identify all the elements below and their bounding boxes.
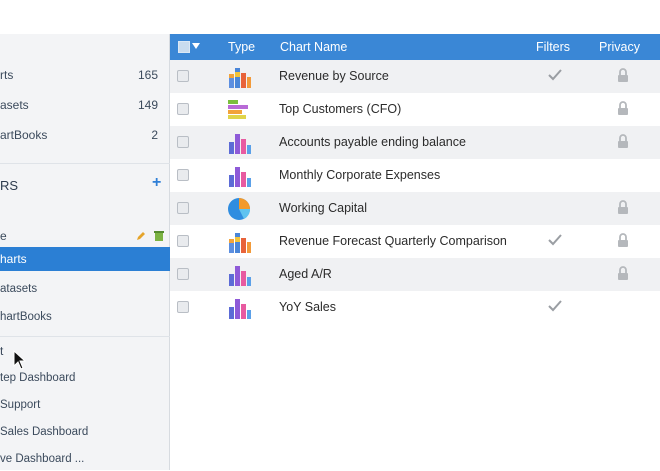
- chart-name-link[interactable]: YoY Sales: [279, 300, 336, 314]
- count-badge: 165: [137, 68, 158, 82]
- table-row[interactable]: Revenue by Source: [170, 60, 660, 93]
- table-row[interactable]: Accounts payable ending balance: [170, 126, 660, 159]
- chart-name-link[interactable]: Revenue by Source: [279, 69, 389, 83]
- sidebar-item-label: rts: [0, 68, 14, 82]
- lock-icon: [617, 134, 629, 149]
- checkmark-icon: [547, 298, 563, 314]
- mouse-cursor-icon: [13, 350, 27, 370]
- column-chart-icon: [226, 229, 252, 255]
- top-bar: [0, 0, 660, 34]
- table-row[interactable]: Monthly Corporate Expenses: [170, 159, 660, 192]
- table-row[interactable]: Aged A/R: [170, 258, 660, 291]
- table-row[interactable]: Working Capital: [170, 192, 660, 225]
- sidebar-item-label: e: [0, 229, 7, 243]
- row-checkbox[interactable]: [177, 235, 189, 247]
- chart-name-link[interactable]: Accounts payable ending balance: [279, 135, 466, 149]
- section-heading: RS: [0, 178, 19, 193]
- sidebar-item-label: t: [0, 344, 4, 358]
- column-chart-icon: [226, 262, 252, 288]
- sidebar-item-chartbooks-count[interactable]: artBooks 2: [0, 123, 170, 147]
- lock-icon: [617, 68, 629, 83]
- sidebar-item-dashboard[interactable]: ve Dashboard ...: [0, 447, 170, 471]
- table-row[interactable]: YoY Sales: [170, 291, 660, 324]
- checkmark-icon: [547, 67, 563, 83]
- column-chart-icon: [226, 295, 252, 321]
- table-row[interactable]: Revenue Forecast Quarterly Comparison: [170, 225, 660, 258]
- lock-icon: [617, 266, 629, 281]
- count-badge: 2: [151, 128, 158, 142]
- row-checkbox[interactable]: [177, 70, 189, 82]
- lock-icon: [617, 101, 629, 116]
- table-row[interactable]: Top Customers (CFO): [170, 93, 660, 126]
- row-checkbox[interactable]: [177, 136, 189, 148]
- chevron-down-icon[interactable]: [192, 43, 200, 49]
- column-chart-icon: [226, 130, 252, 156]
- row-checkbox[interactable]: [177, 202, 189, 214]
- sidebar-item-label: artBooks: [0, 128, 48, 142]
- count-badge: 149: [137, 98, 158, 112]
- column-chart-icon: [226, 163, 252, 189]
- column-chart-icon: [226, 64, 252, 90]
- sidebar-item-charts-selected[interactable]: harts: [0, 247, 170, 271]
- sidebar: rts 165 asets 149 artBooks 2 RS + e hart…: [0, 34, 170, 470]
- sidebar-item-dashboard[interactable]: Support: [0, 393, 170, 417]
- column-header-privacy[interactable]: Privacy: [599, 40, 640, 54]
- sidebar-item-label: asets: [0, 98, 29, 112]
- sidebar-item-label: atasets: [0, 283, 38, 295]
- sidebar-item-chartbooks[interactable]: hartBooks: [0, 305, 170, 329]
- sidebar-item-label: Sales Dashboard: [0, 426, 89, 438]
- sidebar-item-datasets[interactable]: atasets: [0, 277, 170, 301]
- sidebar-item-label: Support: [0, 399, 41, 411]
- chart-name-link[interactable]: Monthly Corporate Expenses: [279, 168, 440, 182]
- chart-name-link[interactable]: Working Capital: [279, 201, 367, 215]
- sidebar-item-label: tep Dashboard: [0, 372, 76, 384]
- sidebar-item-label: hartBooks: [0, 311, 52, 323]
- sidebar-item-label: harts: [0, 252, 27, 266]
- chart-name-link[interactable]: Top Customers (CFO): [279, 102, 401, 116]
- row-checkbox[interactable]: [177, 169, 189, 181]
- column-header-filters[interactable]: Filters: [536, 40, 570, 54]
- chart-name-link[interactable]: Aged A/R: [279, 267, 332, 281]
- lock-icon: [617, 200, 629, 215]
- row-checkbox[interactable]: [177, 103, 189, 115]
- divider: [0, 336, 170, 337]
- sidebar-item-label: ve Dashboard ...: [0, 453, 85, 465]
- bar-chart-icon: [226, 97, 252, 123]
- column-header-name[interactable]: Chart Name: [280, 40, 347, 54]
- select-all-checkbox[interactable]: [178, 41, 190, 53]
- edit-icon[interactable]: [135, 230, 147, 242]
- divider: [0, 163, 170, 164]
- lock-icon: [617, 233, 629, 248]
- delete-icon[interactable]: [153, 230, 165, 242]
- sidebar-item-charts-count[interactable]: rts 165: [0, 63, 170, 87]
- row-checkbox[interactable]: [177, 268, 189, 280]
- table-header: Type Chart Name Filters Privacy: [170, 34, 660, 60]
- column-header-type[interactable]: Type: [228, 40, 255, 54]
- row-checkbox[interactable]: [177, 301, 189, 313]
- pie-chart-icon: [226, 196, 252, 222]
- sidebar-item-datasets-count[interactable]: asets 149: [0, 93, 170, 117]
- checkmark-icon: [547, 232, 563, 248]
- add-folder-icon[interactable]: +: [152, 175, 166, 191]
- chart-name-link[interactable]: Revenue Forecast Quarterly Comparison: [279, 234, 507, 248]
- sidebar-item-dashboard[interactable]: Sales Dashboard: [0, 420, 170, 444]
